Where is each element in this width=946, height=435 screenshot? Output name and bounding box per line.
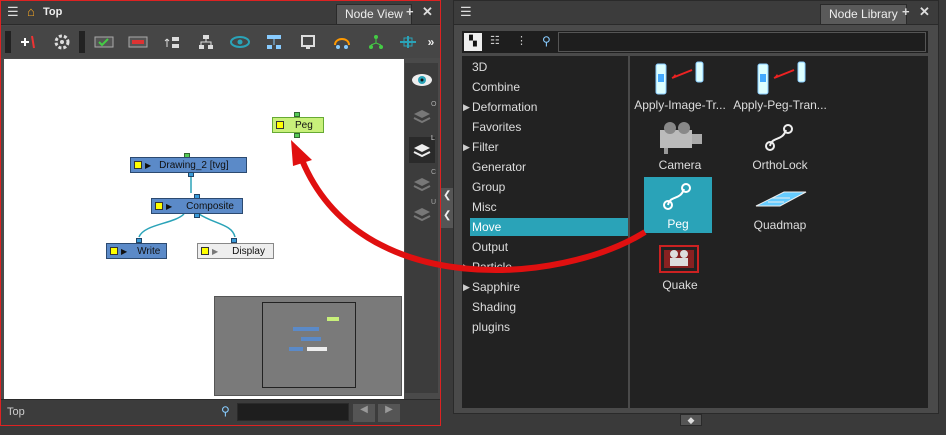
- drag-annotation-arrow: [291, 140, 647, 273]
